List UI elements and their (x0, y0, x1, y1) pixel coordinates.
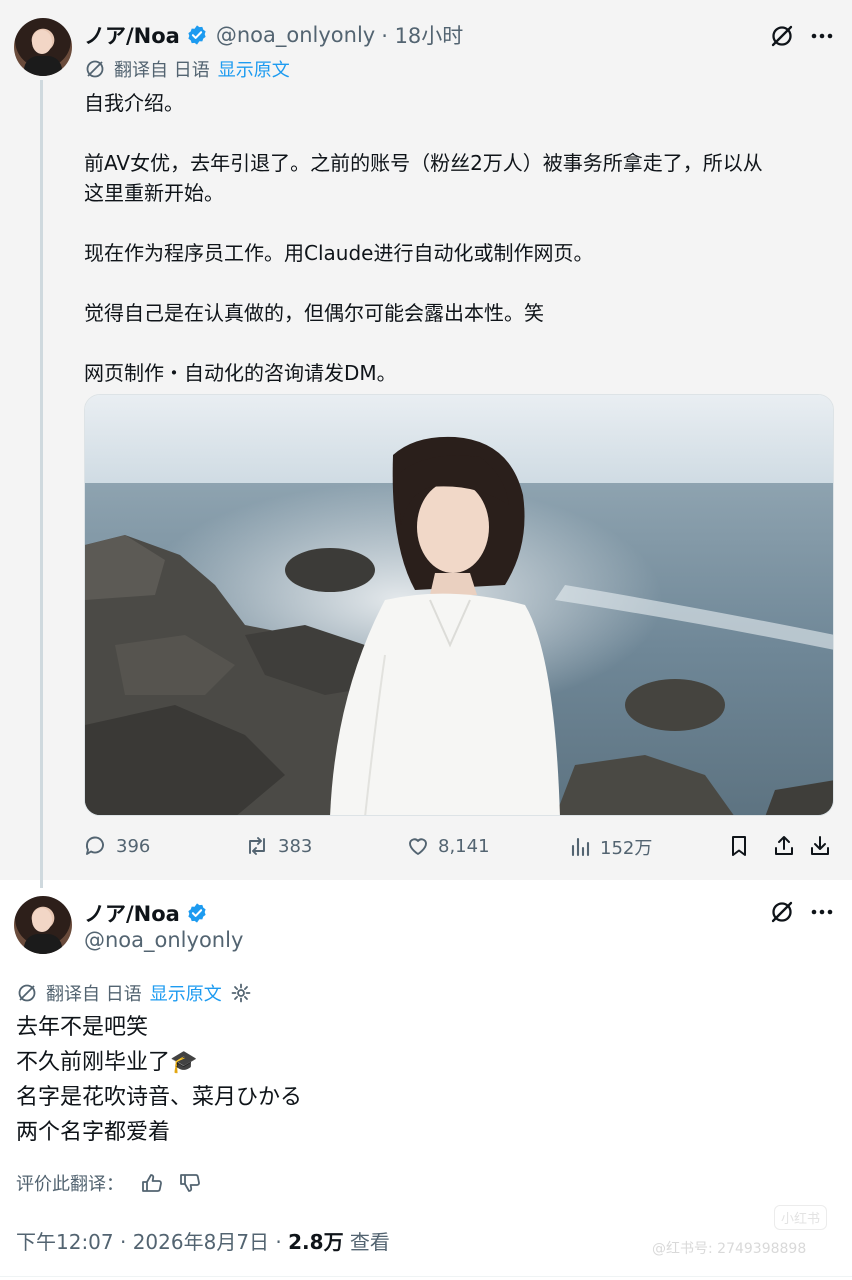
verified-icon (188, 25, 206, 45)
action-bar: 396 383 8,141 152万 (84, 834, 834, 866)
repost-icon (249, 837, 265, 855)
bookmark-button[interactable] (728, 834, 758, 858)
translation-notice: 翻译自 日语 显示原文 (84, 56, 290, 82)
reply-count: 396 (116, 835, 151, 857)
more-icon[interactable] (804, 894, 840, 930)
grok-icon[interactable] (764, 894, 800, 930)
tweet-header: ノア/Noa @noa_onlyonly · 18小时 (84, 20, 463, 50)
handle-row: @noa_onlyonly (84, 928, 243, 952)
more-icon[interactable] (804, 18, 840, 54)
tweet-line: 去年不是吧笑 (16, 1015, 149, 1040)
tweet-line: 前AV女优，去年引退了。之前的账号（粉丝2万人）被事务所拿走了，所以从 (84, 151, 763, 175)
display-name[interactable]: ノア/Noa (84, 20, 180, 50)
views-button[interactable]: 152万 (568, 834, 652, 860)
like-button[interactable]: 8,141 (406, 834, 490, 858)
translate-icon (18, 984, 36, 1002)
views-count: 152万 (600, 838, 653, 859)
show-original-link[interactable]: 显示原文 (218, 56, 290, 82)
view-label: 查看 (343, 1230, 390, 1254)
tweet-photo[interactable] (84, 394, 834, 816)
share-button[interactable] (772, 834, 804, 858)
show-original-link[interactable]: 显示原文 (150, 980, 222, 1006)
like-count: 8,141 (438, 835, 490, 857)
verified-icon (188, 903, 206, 923)
reply-button[interactable]: 396 (84, 834, 150, 858)
thumbs-down-icon[interactable] (178, 1171, 202, 1195)
thumbs-up-icon[interactable] (140, 1171, 164, 1195)
tweet-line: 现在作为程序员工作。用Claude进行自动化或制作网页。 (84, 241, 594, 265)
translation-label: 翻译自 日语 (114, 60, 210, 81)
tweet-text: 去年不是吧笑 不久前刚毕业了🎓 名字是花吹诗音、菜月ひかる 两个名字都爱着 (16, 1010, 302, 1150)
settings-icon[interactable] (230, 982, 252, 1004)
like-icon (409, 838, 427, 855)
tweet-line: 自我介绍。 (84, 91, 184, 115)
tweet-line: 名字是花吹诗音、菜月ひかる (16, 1085, 303, 1110)
parent-tweet[interactable]: ノア/Noa @noa_onlyonly · 18小时 翻译自 日语 显示原文 … (0, 0, 852, 888)
handle[interactable]: @noa_onlyonly (216, 23, 375, 47)
download-icon (811, 836, 829, 855)
tweet-line: 觉得自己是在认真做的，但偶尔可能会露出本性。笑 (84, 301, 544, 325)
watermark-id: @红书号: 2749398898 (652, 1241, 807, 1257)
timestamp[interactable]: · 18小时 (381, 20, 463, 50)
handle[interactable]: @noa_onlyonly (84, 928, 243, 952)
tweet-line: 两个名字都爱着 (16, 1120, 171, 1145)
download-button[interactable] (808, 834, 840, 858)
rate-translation: 评价此翻译： (16, 1170, 202, 1196)
post-time[interactable]: 下午12:07 · 2026年8月7日 · (16, 1230, 288, 1254)
repost-count: 383 (278, 835, 313, 857)
translation-notice: 翻译自 日语 显示原文 (16, 980, 252, 1006)
tweet-line: 这里重新开始。 (84, 181, 224, 205)
tweet-meta: 下午12:07 · 2026年8月7日 · 2.8万 查看 (16, 1226, 390, 1255)
tweet-header: ノア/Noa (84, 898, 208, 928)
tweet-line: 不久前刚毕业了🎓 (16, 1050, 198, 1075)
display-name[interactable]: ノア/Noa (84, 898, 180, 928)
share-icon (775, 836, 793, 855)
tweet-text: 自我介绍。 前AV女优，去年引退了。之前的账号（粉丝2万人）被事务所拿走了，所以… (84, 88, 763, 388)
bookmark-icon (732, 836, 746, 856)
translation-label: 翻译自 日语 (46, 984, 142, 1005)
watermark-badge: 小红书 (774, 1205, 828, 1230)
avatar[interactable] (14, 18, 72, 76)
grok-icon[interactable] (764, 18, 800, 54)
view-count: 2.8万 (288, 1230, 344, 1254)
tweet-line: 网页制作・自动化的咨询请发DM。 (84, 361, 397, 385)
translate-icon (86, 60, 104, 78)
divider (0, 1276, 852, 1277)
rate-label: 评价此翻译： (16, 1174, 124, 1195)
views-icon (571, 837, 590, 857)
repost-button[interactable]: 383 (244, 834, 312, 858)
avatar[interactable] (14, 896, 72, 954)
reply-icon (85, 836, 104, 855)
thread-line (40, 80, 43, 888)
